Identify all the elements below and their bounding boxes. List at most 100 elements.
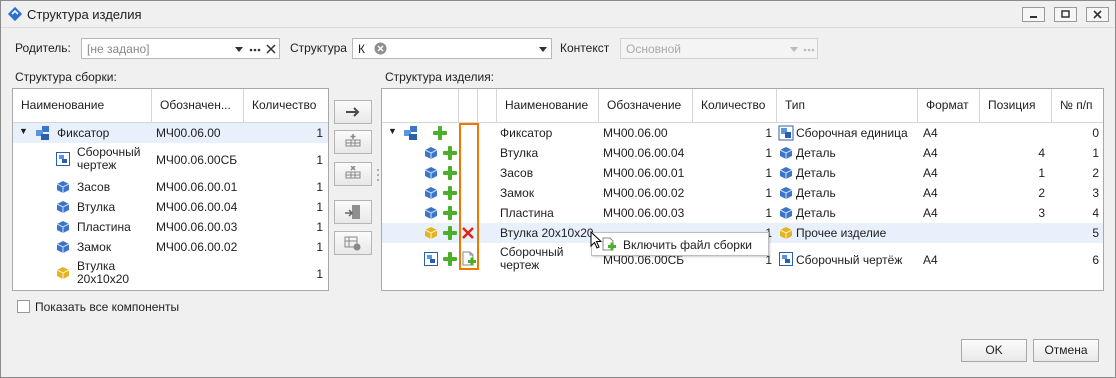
- product-structure-dialog: Структура изделия Родитель: [не задано] …: [0, 0, 1116, 378]
- col-header-designation[interactable]: Обозначение: [599, 89, 693, 123]
- add-icon[interactable]: [443, 146, 457, 160]
- clear-icon[interactable]: [266, 44, 276, 54]
- expand-icon[interactable]: ▼: [19, 126, 28, 136]
- delete-row-button[interactable]: [334, 162, 372, 186]
- app-diamond-icon: [7, 6, 23, 22]
- cancel-button[interactable]: Отмена: [1033, 339, 1099, 362]
- view-settings-button[interactable]: [334, 231, 372, 255]
- col-header-icons: [382, 89, 459, 123]
- detail-icon: [779, 167, 793, 179]
- product-structure-grid[interactable]: Наименование Обозначение Количество Тип …: [381, 88, 1104, 291]
- table-row[interactable]: Втулка МЧ00.06.00.04 1 Деталь А4 4 1: [382, 143, 1103, 163]
- row-designation: МЧ00.06.00.01: [156, 180, 238, 194]
- row-qty: 1: [316, 126, 323, 140]
- action-column-highlight: [459, 123, 479, 270]
- add-icon[interactable]: [443, 166, 457, 180]
- row-type: Деталь: [796, 146, 836, 160]
- row-format: А4: [923, 186, 938, 200]
- part-icon: [56, 201, 70, 213]
- tooltip-text: Включить файл сборки: [623, 238, 752, 252]
- context-combo[interactable]: Основной: [620, 38, 818, 59]
- row-position: 2: [1038, 186, 1045, 200]
- col-header-designation[interactable]: Обозначен...: [152, 89, 244, 123]
- maximize-button[interactable]: [1054, 7, 1077, 22]
- col-header-qty[interactable]: Количество: [693, 89, 777, 123]
- add-icon[interactable]: [443, 252, 457, 266]
- drawing-icon: [424, 252, 438, 266]
- structure-combo[interactable]: К: [352, 38, 552, 59]
- structure-label: Структура: [290, 41, 347, 55]
- remove-token-icon[interactable]: [374, 42, 387, 55]
- row-qty: 1: [316, 267, 323, 281]
- arrow-right-icon: [346, 107, 360, 117]
- table-row[interactable]: Замок МЧ00.06.00.02 1 Деталь А4 2 3: [382, 183, 1103, 203]
- assembly-icon: [36, 126, 49, 140]
- row-qty: 1: [765, 146, 772, 160]
- col-header-name[interactable]: Наименование: [13, 89, 152, 123]
- row-name: Пластина: [77, 220, 131, 234]
- add-row-button[interactable]: [334, 130, 372, 154]
- row-type: Сборочный чертёж: [796, 253, 903, 267]
- chevron-down-icon[interactable]: [235, 47, 243, 52]
- add-icon[interactable]: [443, 226, 457, 240]
- drawing-icon: [56, 152, 70, 166]
- col-header-name[interactable]: Наименование: [497, 89, 599, 123]
- table-row[interactable]: Сборочный чертеж МЧ00.06.00СБ 1: [13, 143, 328, 177]
- row-name: Втулка: [77, 200, 116, 214]
- col-header-number[interactable]: № п/п: [1052, 89, 1103, 123]
- table-row-selected[interactable]: ▼ Фиксатор МЧ00.06.00 1: [13, 123, 328, 143]
- ok-button[interactable]: OK: [961, 339, 1027, 362]
- parent-label: Родитель:: [15, 41, 71, 55]
- row-qty: 1: [316, 200, 323, 214]
- row-format: А4: [923, 253, 938, 267]
- row-format: А4: [923, 126, 938, 140]
- table-row[interactable]: Пластина МЧ00.06.00.03 1 Деталь А4 3 4: [382, 203, 1103, 223]
- add-icon[interactable]: [443, 206, 457, 220]
- table-row[interactable]: Засов МЧ00.06.00.01 1 Деталь А4 1 2: [382, 163, 1103, 183]
- table-row[interactable]: Засов МЧ00.06.00.01 1: [13, 177, 328, 197]
- row-designation: МЧ00.06.00: [156, 126, 221, 140]
- more-icon[interactable]: [249, 48, 261, 52]
- row-number: 3: [1092, 186, 1099, 200]
- table-row[interactable]: Замок МЧ00.06.00.02 1: [13, 237, 328, 257]
- row-name: Засов: [500, 166, 534, 180]
- col-header-format[interactable]: Формат: [918, 89, 980, 123]
- row-number: 2: [1092, 166, 1099, 180]
- col-header-qty[interactable]: Количество: [244, 89, 328, 123]
- minimize-icon: [1030, 16, 1037, 18]
- table-row[interactable]: Втулка 20х10х20 1: [13, 257, 328, 290]
- add-icon[interactable]: [443, 186, 457, 200]
- part-icon: [56, 221, 70, 233]
- row-designation: МЧ00.06.00.03: [603, 206, 685, 220]
- chevron-down-icon[interactable]: [539, 47, 547, 52]
- row-designation: МЧ00.06.00СБ: [156, 153, 238, 167]
- col-header-type[interactable]: Тип: [777, 89, 918, 123]
- table-row[interactable]: Пластина МЧ00.06.00.03 1: [13, 217, 328, 237]
- row-name: Фиксатор: [57, 126, 110, 140]
- minimize-button[interactable]: [1022, 7, 1045, 22]
- close-window-button[interactable]: [1086, 7, 1109, 22]
- assembly-structure-grid[interactable]: Наименование Обозначен... Количество ▼ Ф…: [12, 88, 329, 291]
- add-icon[interactable]: [433, 126, 447, 140]
- show-all-checkbox[interactable]: [17, 300, 30, 313]
- detail-icon: [779, 147, 793, 159]
- row-designation: МЧ00.06.00.04: [156, 200, 238, 214]
- expand-icon[interactable]: ▼: [388, 126, 397, 136]
- part-icon: [56, 181, 70, 193]
- table-row[interactable]: ▼ Фиксатор МЧ00.06.00 1 Сборочная единиц…: [382, 123, 1103, 143]
- parent-combo[interactable]: [не задано]: [81, 38, 280, 59]
- row-qty: 1: [765, 186, 772, 200]
- row-qty: 1: [316, 153, 323, 167]
- insert-item-button[interactable]: [334, 200, 372, 224]
- move-right-button[interactable]: [334, 100, 372, 124]
- detail-icon: [779, 207, 793, 219]
- col-header-position[interactable]: Позиция: [980, 89, 1052, 123]
- splitter-grip-icon[interactable]: [376, 167, 380, 183]
- assembly-icon: [404, 126, 417, 140]
- assembly-icon: [778, 125, 794, 141]
- show-all-label: Показать все компоненты: [35, 300, 180, 314]
- row-format: А4: [923, 146, 938, 160]
- table-row[interactable]: Втулка МЧ00.06.00.04 1: [13, 197, 328, 217]
- row-position: 1: [1038, 166, 1045, 180]
- insert-item-icon: [345, 205, 360, 219]
